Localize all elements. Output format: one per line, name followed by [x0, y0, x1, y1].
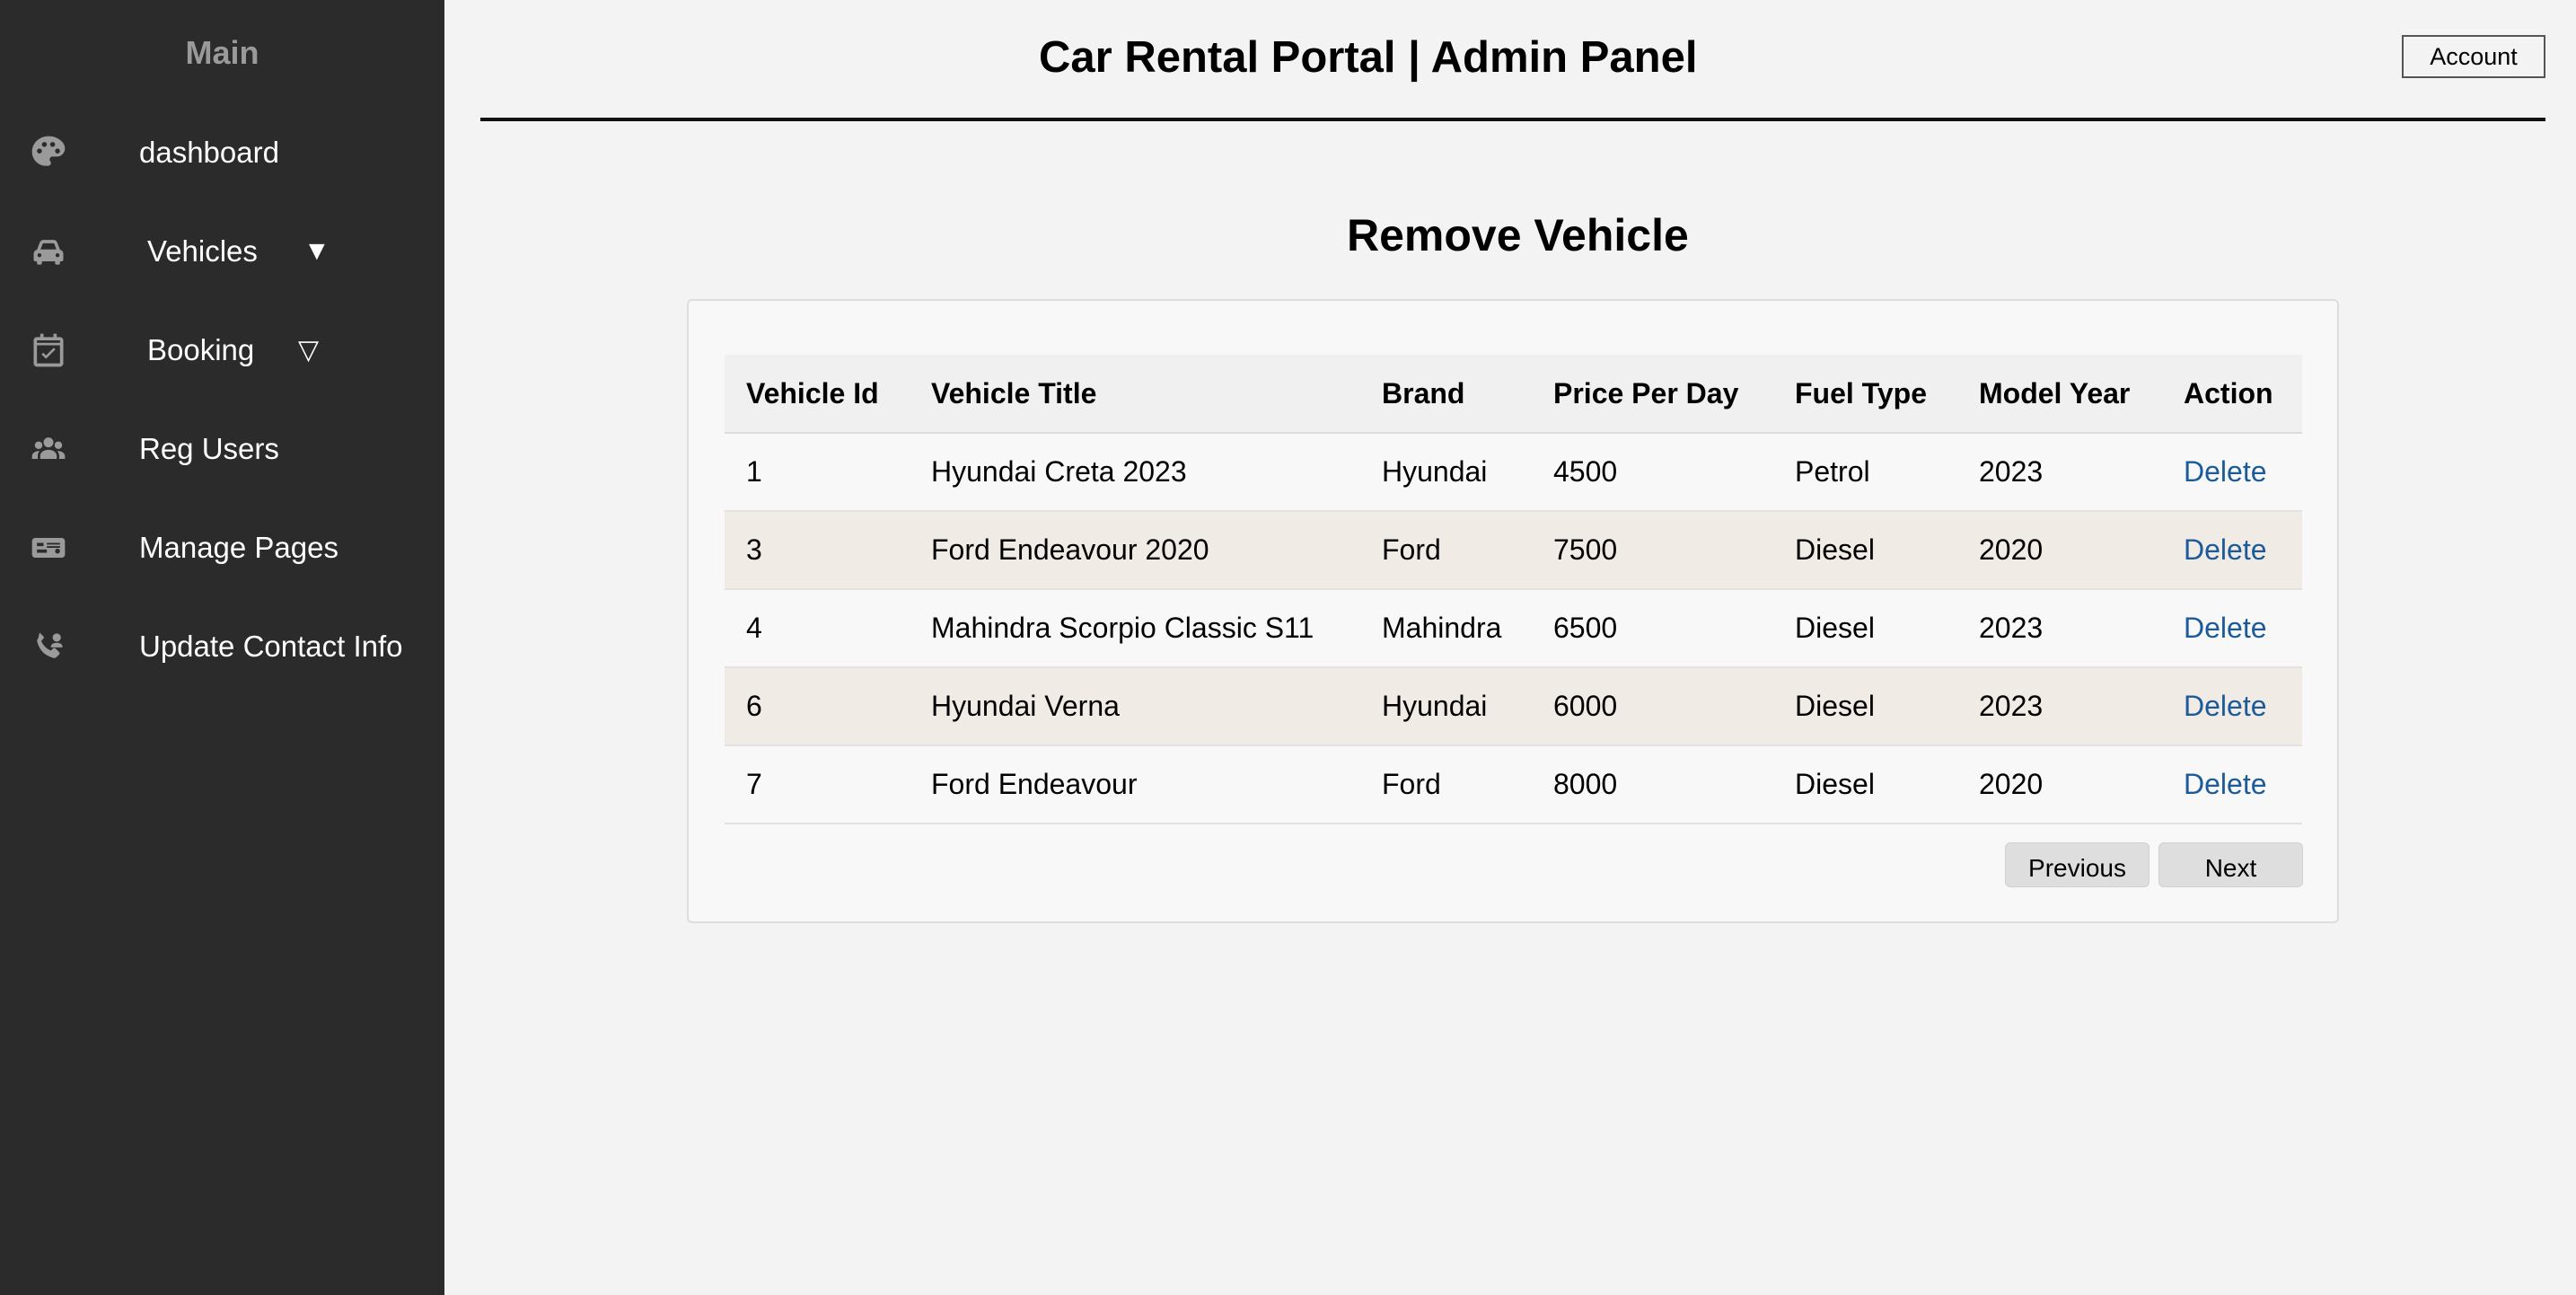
cell-vehicle-id: 1	[725, 433, 910, 512]
id-card-icon	[29, 528, 68, 568]
header-divider	[480, 118, 2545, 121]
sidebar-item-label: Reg Users	[139, 432, 279, 465]
cell-vehicle-title: Ford Endeavour 2020	[910, 511, 1360, 590]
next-page-button[interactable]: Next	[2158, 842, 2303, 887]
cell-vehicle-id: 3	[725, 511, 910, 590]
cell-price-per-day: 8000	[1532, 745, 1773, 824]
sidebar-item-label: Vehicles	[147, 234, 258, 268]
cell-brand: Ford	[1360, 511, 1532, 590]
cell-vehicle-id: 4	[725, 589, 910, 668]
contact-phone-icon	[29, 627, 68, 666]
sidebar-item-label: dashboard	[139, 136, 279, 169]
column-header: Price Per Day	[1532, 355, 1773, 434]
sidebar-item-label: Manage Pages	[139, 531, 338, 564]
sidebar-item-label: Update Contact Info	[139, 630, 403, 663]
previous-page-button[interactable]: Previous	[2005, 842, 2150, 887]
cell-action: Delete	[2162, 745, 2302, 824]
cell-fuel-type: Diesel	[1773, 745, 1957, 824]
chevron-down-outline-icon[interactable]: ▽	[298, 335, 319, 366]
cell-vehicle-id: 7	[725, 745, 910, 824]
cell-action: Delete	[2162, 433, 2302, 512]
vehicles-table: Vehicle Id Vehicle Title Brand Price Per…	[725, 355, 2302, 824]
cell-price-per-day: 6000	[1532, 667, 1773, 746]
table-header-row: Vehicle Id Vehicle Title Brand Price Per…	[725, 355, 2302, 434]
cell-vehicle-title: Mahindra Scorpio Classic S11	[910, 589, 1360, 668]
page-title: Car Rental Portal | Admin Panel	[1039, 33, 1698, 82]
cell-action: Delete	[2162, 511, 2302, 590]
users-icon	[29, 429, 68, 469]
table-row: 6 Hyundai Verna Hyundai 6000 Diesel 2023…	[725, 667, 2302, 746]
table-row: 3 Ford Endeavour 2020 Ford 7500 Diesel 2…	[725, 511, 2302, 590]
cell-brand: Hyundai	[1360, 667, 1532, 746]
sidebar-item-dashboard[interactable]: dashboard	[0, 117, 444, 189]
section-heading: Remove Vehicle	[1347, 210, 1689, 260]
sidebar-item-booking[interactable]: Booking ▽	[0, 314, 444, 386]
cell-model-year: 2023	[1957, 589, 2162, 668]
table-row: 4 Mahindra Scorpio Classic S11 Mahindra …	[725, 589, 2302, 668]
cell-model-year: 2023	[1957, 667, 2162, 746]
delete-link[interactable]: Delete	[2184, 455, 2267, 488]
cell-brand: Mahindra	[1360, 589, 1532, 668]
cell-action: Delete	[2162, 667, 2302, 746]
sidebar-item-update-contact-info[interactable]: Update Contact Info	[0, 611, 444, 683]
delete-link[interactable]: Delete	[2184, 768, 2267, 800]
palette-icon	[29, 133, 68, 172]
cell-fuel-type: Diesel	[1773, 589, 1957, 668]
column-header: Vehicle Id	[725, 355, 910, 434]
table-row: 1 Hyundai Creta 2023 Hyundai 4500 Petrol…	[725, 433, 2302, 512]
sidebar-item-reg-users[interactable]: Reg Users	[0, 413, 444, 485]
delete-link[interactable]: Delete	[2184, 690, 2267, 722]
cell-price-per-day: 7500	[1532, 511, 1773, 590]
account-button[interactable]: Account	[2402, 35, 2545, 78]
cell-model-year: 2020	[1957, 745, 2162, 824]
car-icon	[29, 232, 68, 271]
cell-brand: Hyundai	[1360, 433, 1532, 512]
chevron-down-icon[interactable]: ▼	[303, 236, 330, 267]
cell-model-year: 2020	[1957, 511, 2162, 590]
cell-brand: Ford	[1360, 745, 1532, 824]
cell-price-per-day: 6500	[1532, 589, 1773, 668]
column-header: Action	[2162, 355, 2302, 434]
sidebar-item-label: Booking	[147, 333, 255, 366]
column-header: Fuel Type	[1773, 355, 1957, 434]
cell-price-per-day: 4500	[1532, 433, 1773, 512]
column-header: Model Year	[1957, 355, 2162, 434]
cell-fuel-type: Petrol	[1773, 433, 1957, 512]
cell-vehicle-title: Hyundai Creta 2023	[910, 433, 1360, 512]
sidebar-item-manage-pages[interactable]: Manage Pages	[0, 512, 444, 584]
sidebar-title: Main	[185, 34, 259, 71]
sidebar: Main dashboard Vehicles ▼ Booking ▽ Reg …	[0, 0, 444, 1295]
cell-action: Delete	[2162, 589, 2302, 668]
sidebar-item-vehicles[interactable]: Vehicles ▼	[0, 216, 444, 287]
column-header: Brand	[1360, 355, 1532, 434]
column-header: Vehicle Title	[910, 355, 1360, 434]
delete-link[interactable]: Delete	[2184, 533, 2267, 566]
vehicles-card: Vehicle Id Vehicle Title Brand Price Per…	[687, 299, 2339, 923]
cell-vehicle-title: Hyundai Verna	[910, 667, 1360, 746]
calendar-check-icon	[29, 330, 68, 370]
cell-model-year: 2023	[1957, 433, 2162, 512]
delete-link[interactable]: Delete	[2184, 612, 2267, 644]
cell-vehicle-title: Ford Endeavour	[910, 745, 1360, 824]
table-row: 7 Ford Endeavour Ford 8000 Diesel 2020 D…	[725, 745, 2302, 824]
cell-fuel-type: Diesel	[1773, 667, 1957, 746]
cell-vehicle-id: 6	[725, 667, 910, 746]
cell-fuel-type: Diesel	[1773, 511, 1957, 590]
